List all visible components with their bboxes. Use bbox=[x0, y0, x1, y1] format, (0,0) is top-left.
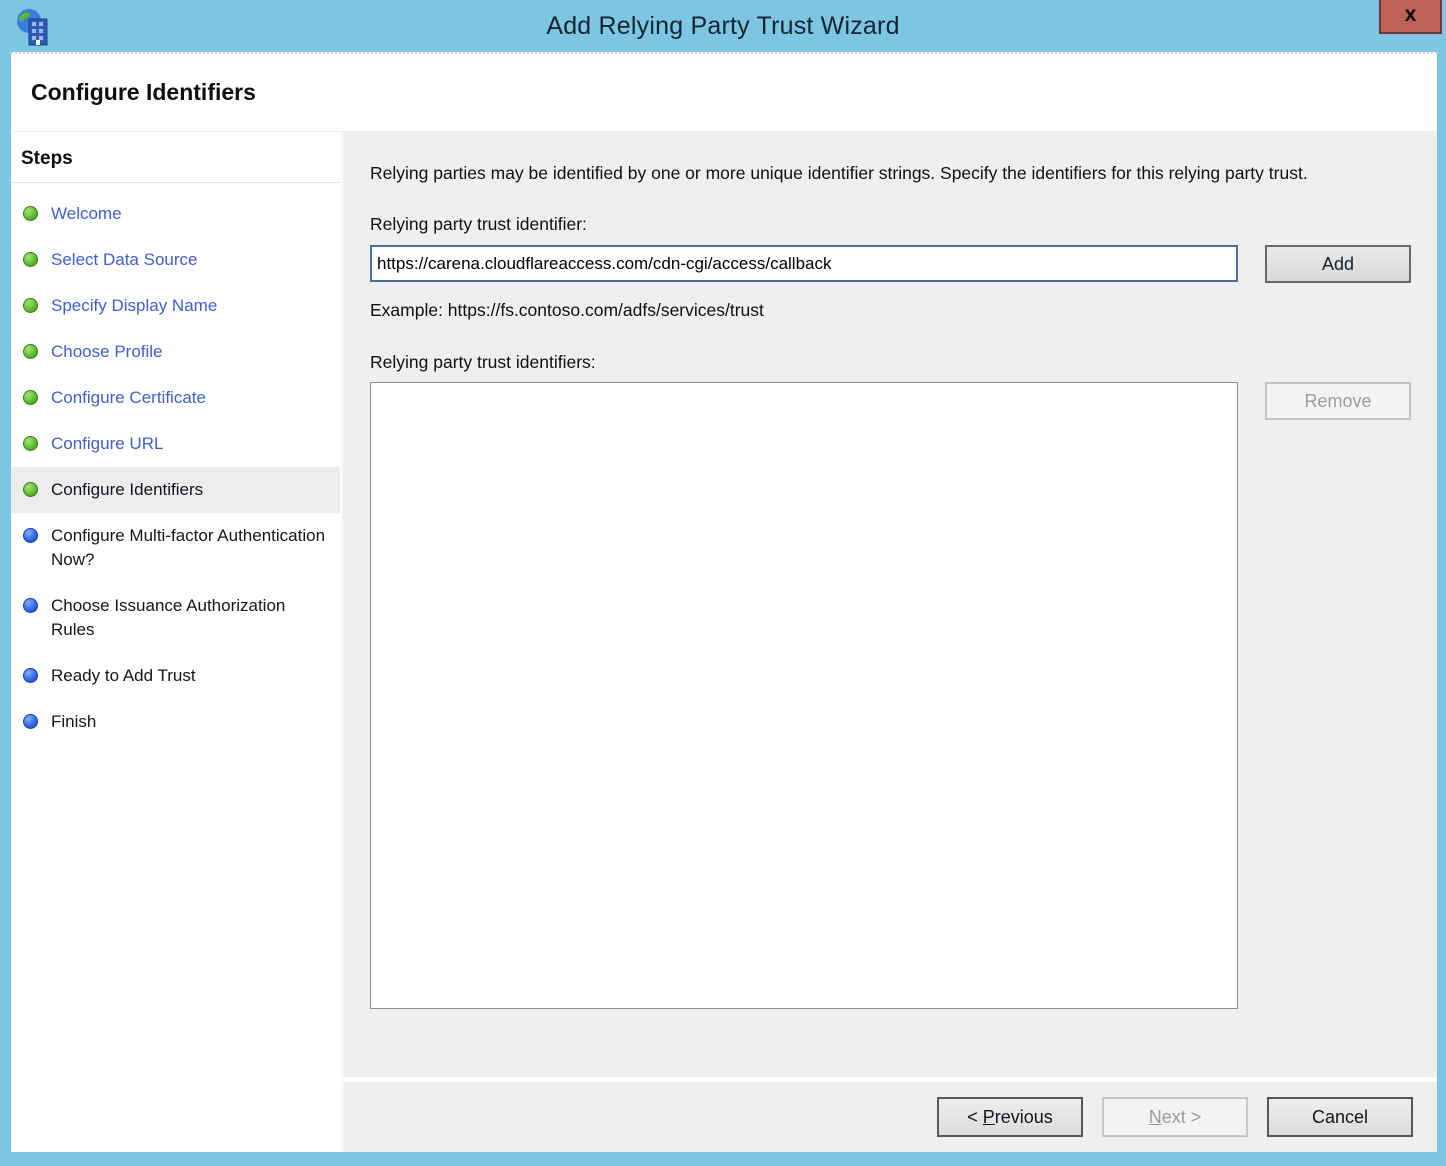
step-label: Welcome bbox=[51, 204, 122, 223]
wizard-window: Add Relying Party Trust Wizard x Configu… bbox=[0, 0, 1446, 1166]
page-description: Relying parties may be identified by one… bbox=[370, 160, 1395, 187]
steps-sidebar: Steps Welcome Select Data Source Specify… bbox=[11, 132, 343, 1152]
step-label: Configure Multi-factor Authentication No… bbox=[51, 526, 325, 569]
previous-button-label-rest: revious bbox=[995, 1107, 1053, 1127]
step-select-data-source[interactable]: Select Data Source bbox=[11, 237, 340, 283]
step-done-bullet-icon bbox=[23, 206, 38, 221]
footer-button-bar: < Previous Next > Cancel bbox=[343, 1082, 1437, 1152]
step-upcoming-bullet-icon bbox=[23, 598, 38, 613]
step-configure-url[interactable]: Configure URL bbox=[11, 421, 340, 467]
step-label: Ready to Add Trust bbox=[51, 666, 196, 685]
step-done-bullet-icon bbox=[23, 252, 38, 267]
identifier-input[interactable] bbox=[370, 245, 1238, 282]
step-done-bullet-icon bbox=[23, 390, 38, 405]
close-button[interactable]: x bbox=[1379, 0, 1442, 34]
step-upcoming-bullet-icon bbox=[23, 668, 38, 683]
step-done-bullet-icon bbox=[23, 344, 38, 359]
step-done-bullet-icon bbox=[23, 298, 38, 313]
identifier-input-row: Add bbox=[370, 245, 1437, 283]
step-label: Specify Display Name bbox=[51, 296, 217, 315]
step-label: Select Data Source bbox=[51, 250, 197, 269]
main-column: Relying parties may be identified by one… bbox=[343, 132, 1437, 1152]
identifiers-list-label: Relying party trust identifiers: bbox=[370, 352, 1437, 373]
step-upcoming-bullet-icon bbox=[23, 714, 38, 729]
step-welcome[interactable]: Welcome bbox=[11, 191, 340, 237]
page-header: Configure Identifiers bbox=[11, 52, 1437, 132]
add-button[interactable]: Add bbox=[1265, 245, 1411, 283]
step-configure-identifiers[interactable]: Configure Identifiers bbox=[11, 467, 340, 513]
window-title: Add Relying Party Trust Wizard bbox=[546, 12, 899, 41]
identifier-input-label: Relying party trust identifier: bbox=[370, 214, 1437, 235]
step-ready-to-add-trust[interactable]: Ready to Add Trust bbox=[11, 653, 340, 699]
previous-button-accel: P bbox=[983, 1107, 995, 1127]
content-row: Steps Welcome Select Data Source Specify… bbox=[11, 132, 1437, 1152]
next-button[interactable]: Next > bbox=[1102, 1097, 1248, 1137]
step-label: Finish bbox=[51, 712, 96, 731]
next-button-accel: N bbox=[1149, 1107, 1162, 1127]
step-label: Choose Profile bbox=[51, 342, 163, 361]
remove-button[interactable]: Remove bbox=[1265, 382, 1411, 420]
step-finish[interactable]: Finish bbox=[11, 699, 340, 745]
step-label: Configure Identifiers bbox=[51, 480, 203, 499]
step-specify-display-name[interactable]: Specify Display Name bbox=[11, 283, 340, 329]
identifier-example-text: Example: https://fs.contoso.com/adfs/ser… bbox=[370, 300, 1437, 321]
step-configure-mfa[interactable]: Configure Multi-factor Authentication No… bbox=[11, 513, 340, 583]
step-upcoming-bullet-icon bbox=[23, 528, 38, 543]
steps-heading: Steps bbox=[11, 146, 340, 183]
step-configure-certificate[interactable]: Configure Certificate bbox=[11, 375, 340, 421]
adfs-icon bbox=[14, 7, 54, 47]
main-content: Relying parties may be identified by one… bbox=[343, 132, 1437, 1077]
step-choose-issuance-rules[interactable]: Choose Issuance Authorization Rules bbox=[11, 583, 340, 653]
steps-list: Welcome Select Data Source Specify Displ… bbox=[11, 191, 340, 745]
step-label: Configure URL bbox=[51, 434, 163, 453]
cancel-button[interactable]: Cancel bbox=[1267, 1097, 1413, 1137]
previous-button[interactable]: < Previous bbox=[937, 1097, 1083, 1137]
identifiers-listbox[interactable] bbox=[370, 382, 1238, 1009]
step-current-bullet-icon bbox=[23, 482, 38, 497]
page-title: Configure Identifiers bbox=[31, 79, 256, 106]
identifiers-list-row: Remove bbox=[370, 382, 1437, 1009]
step-label: Configure Certificate bbox=[51, 388, 206, 407]
previous-button-label: < bbox=[967, 1107, 983, 1127]
titlebar: Add Relying Party Trust Wizard x bbox=[0, 0, 1446, 52]
next-button-label-rest: ext > bbox=[1162, 1107, 1202, 1127]
step-label: Choose Issuance Authorization Rules bbox=[51, 596, 285, 639]
wizard-body: Configure Identifiers Steps Welcome Sele… bbox=[11, 52, 1437, 1152]
step-done-bullet-icon bbox=[23, 436, 38, 451]
step-choose-profile[interactable]: Choose Profile bbox=[11, 329, 340, 375]
